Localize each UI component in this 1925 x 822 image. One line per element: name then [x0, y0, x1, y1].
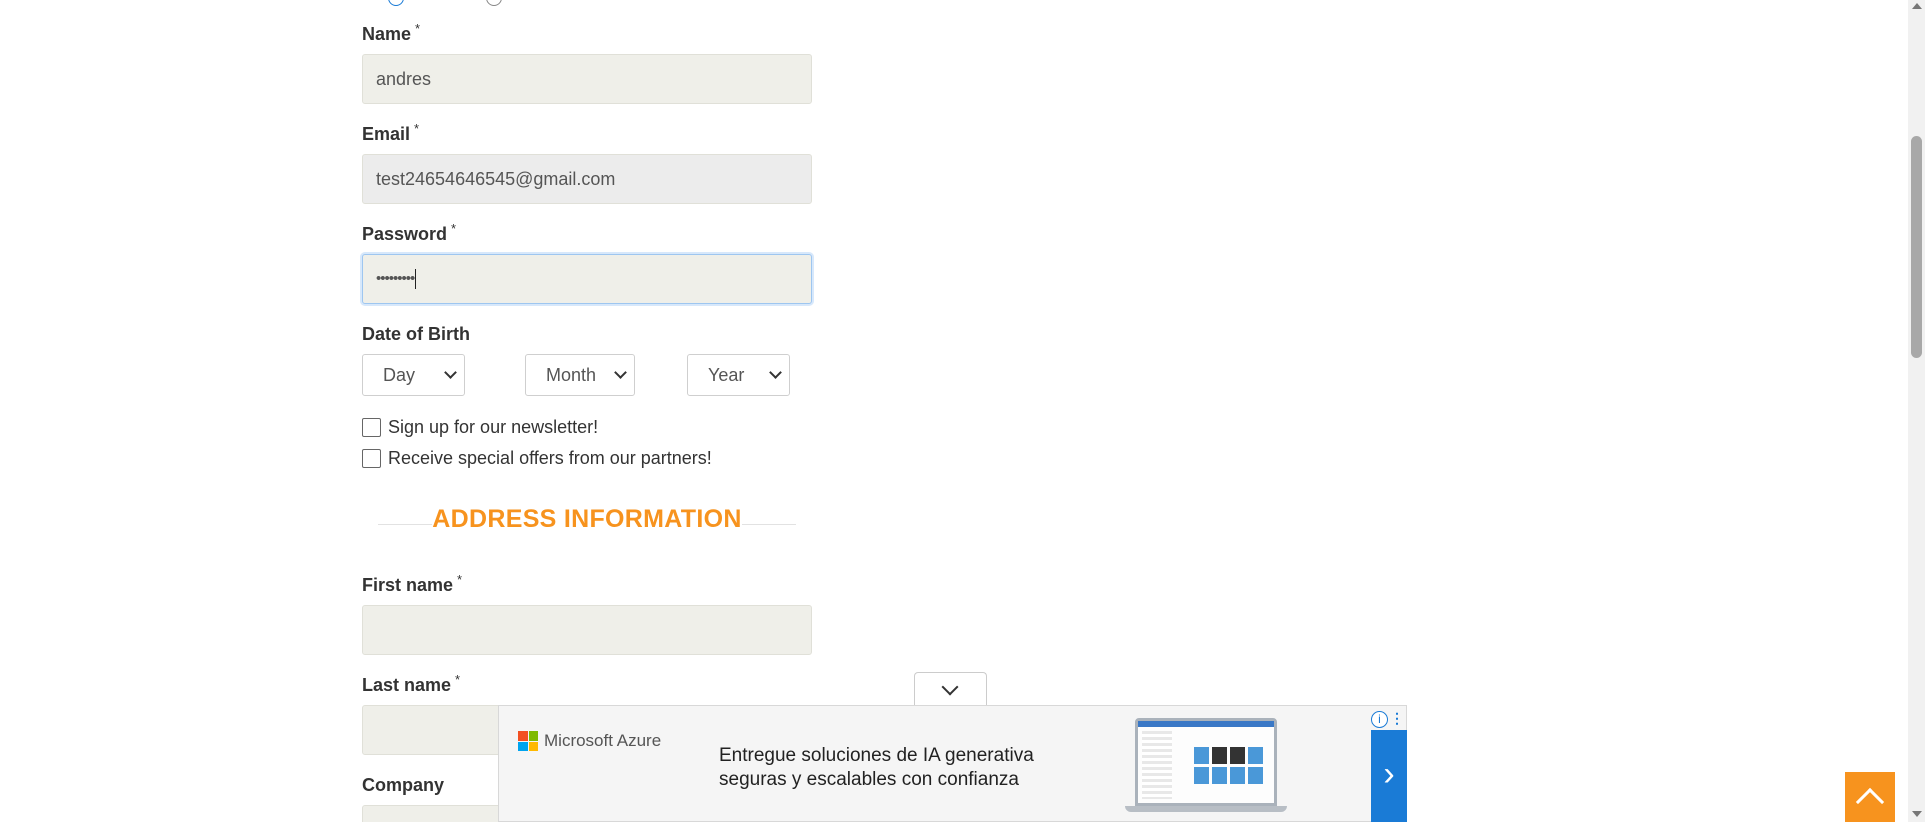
ad-menu-icon[interactable]: ⋮	[1390, 710, 1404, 727]
chevron-down-icon	[769, 366, 782, 379]
dob-label: Date of Birth	[362, 324, 470, 344]
chevron-down-icon	[941, 678, 959, 696]
chevron-down-icon	[444, 366, 457, 379]
newsletter-row: Sign up for our newsletter!	[362, 417, 598, 438]
ad-laptop-image	[1135, 718, 1277, 806]
email-input[interactable]: test24654646545@gmail.com	[362, 154, 812, 204]
ad-info-icon[interactable]: i	[1371, 711, 1388, 728]
divider	[742, 524, 796, 525]
first-name-input[interactable]	[362, 605, 812, 655]
ad-cta-arrow-button[interactable]: ›	[1371, 730, 1407, 822]
gender-radio-mr[interactable]	[388, 0, 404, 6]
first-name-label: First name *	[362, 572, 463, 595]
back-to-top-button[interactable]	[1845, 772, 1895, 822]
address-section-heading: ADDRESS INFORMATION	[378, 505, 796, 534]
ad-headline: Entregue soluciones de IA generativa seg…	[719, 745, 1034, 790]
chevron-up-icon	[1855, 787, 1885, 817]
name-input[interactable]: andres	[362, 54, 812, 104]
offers-row: Receive special offers from our partners…	[362, 448, 712, 469]
chevron-down-icon	[614, 366, 627, 379]
offers-checkbox[interactable]	[362, 449, 381, 468]
microsoft-logo-icon	[518, 731, 538, 751]
page-scrollbar[interactable]	[1908, 0, 1925, 822]
ad-collapse-button[interactable]	[914, 672, 987, 706]
scroll-down-icon[interactable]	[1912, 811, 1922, 817]
email-label: Email *	[362, 121, 420, 144]
password-label: Password *	[362, 221, 457, 244]
name-label: Name *	[362, 21, 421, 44]
gender-radio-mrs[interactable]	[486, 0, 502, 6]
divider	[378, 524, 432, 525]
dob-year-select[interactable]: Year	[687, 354, 790, 396]
dob-day-select[interactable]: Day	[362, 354, 465, 396]
dob-month-select[interactable]: Month	[525, 354, 635, 396]
password-input[interactable]: •••••••••	[362, 254, 812, 304]
last-name-label: Last name *	[362, 672, 461, 695]
scrollbar-thumb[interactable]	[1911, 136, 1922, 358]
offers-label: Receive special offers from our partners…	[388, 448, 712, 468]
scroll-up-icon[interactable]	[1912, 3, 1922, 9]
ad-banner[interactable]: Microsoft Azure Entregue soluciones de I…	[498, 705, 1407, 822]
ad-logo: Microsoft Azure	[518, 731, 661, 751]
newsletter-label: Sign up for our newsletter!	[388, 417, 599, 437]
company-label: Company	[362, 775, 445, 795]
newsletter-checkbox[interactable]	[362, 418, 381, 437]
